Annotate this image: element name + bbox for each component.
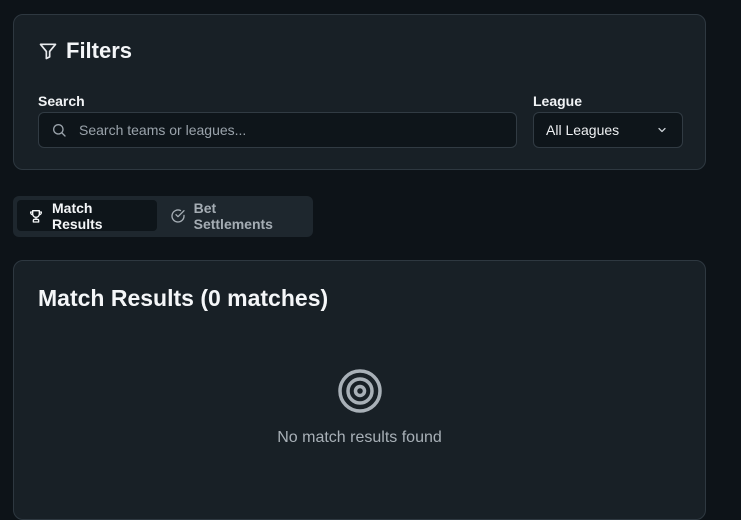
filters-title: Filters — [66, 38, 133, 63]
search-input[interactable] — [79, 122, 479, 138]
empty-state: No match results found — [14, 367, 705, 447]
tab-bet-settlements-label: Bet Settlements — [193, 199, 273, 232]
search-icon — [51, 122, 67, 138]
filters-card: Filters Search League All Leagues — [13, 14, 706, 170]
tab-match-results[interactable]: Match Results — [17, 199, 157, 232]
league-label: League — [533, 93, 583, 109]
results-title: Match Results (0 matches) — [38, 285, 329, 311]
tab-bet-settlements[interactable]: Bet Settlements — [159, 199, 309, 232]
league-select-value: All Leagues — [546, 122, 620, 138]
chevron-down-icon — [656, 124, 668, 136]
check-circle-icon — [170, 208, 186, 224]
search-label: Search — [38, 93, 85, 109]
results-tabs: Match Results Bet Settlements — [13, 196, 313, 237]
empty-message: No match results found — [277, 429, 442, 446]
tab-match-results-label: Match Results — [52, 199, 103, 232]
search-field[interactable] — [38, 112, 517, 148]
league-select[interactable]: All Leagues — [533, 112, 683, 148]
filters-header: Filters — [38, 38, 132, 64]
target-icon — [336, 367, 384, 415]
filter-icon — [38, 41, 58, 61]
trophy-icon — [28, 208, 44, 224]
match-results-card: Match Results (0 matches) No match resul… — [13, 260, 706, 520]
